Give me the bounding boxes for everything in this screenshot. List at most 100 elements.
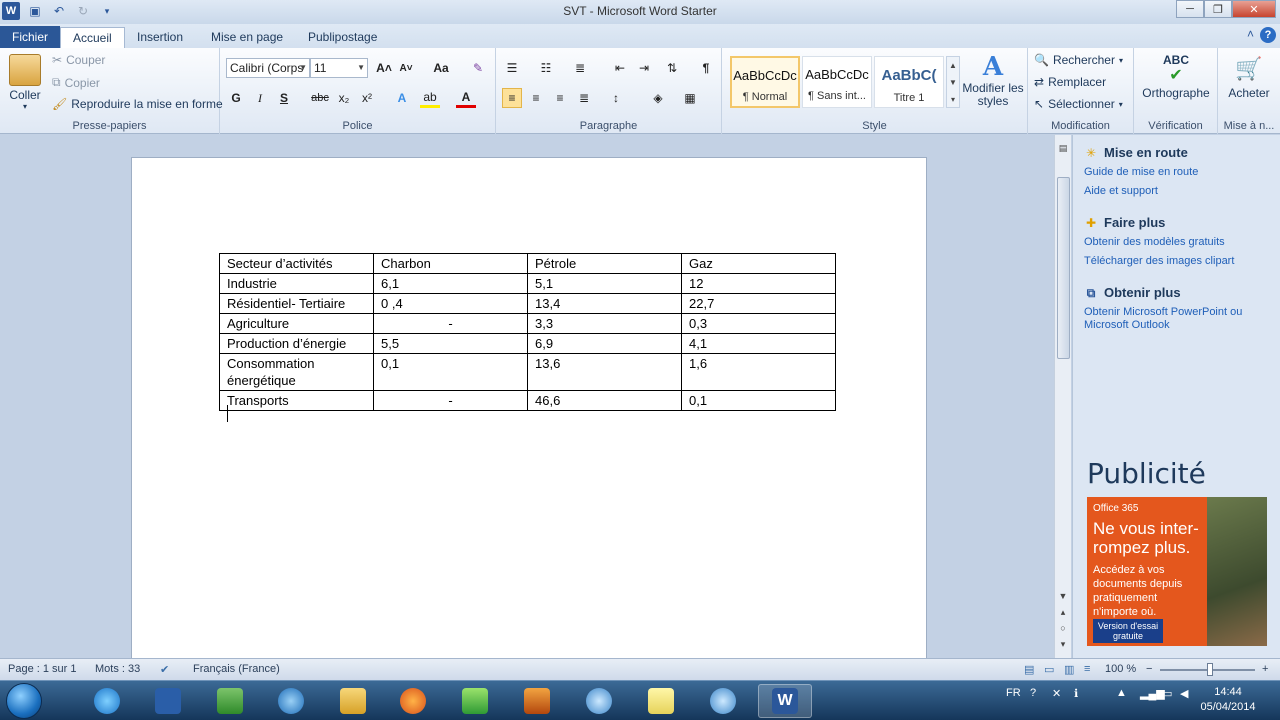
table-cell[interactable]: 1,6	[681, 353, 836, 391]
styles-gallery-scroll[interactable]: ▲ ▼ ▾	[946, 56, 960, 108]
next-page-icon[interactable]: ▾	[1056, 639, 1070, 653]
font-size-combo[interactable]: 11 ▼	[310, 58, 368, 78]
table-cell[interactable]: Gaz	[681, 253, 836, 274]
restore-button[interactable]: ❐	[1204, 0, 1232, 18]
zoom-in-button[interactable]: +	[1262, 663, 1268, 675]
numbering-icon[interactable]: ☷	[536, 58, 556, 78]
table-cell[interactable]: 46,6	[527, 390, 682, 411]
shading-icon[interactable]: ◈	[648, 88, 668, 108]
previous-page-icon[interactable]: ▴	[1056, 607, 1070, 621]
subscript-button[interactable]: x₂	[334, 88, 354, 108]
table-cell[interactable]: 5,5	[373, 333, 528, 354]
link-clipart[interactable]: Télécharger des images clipart	[1084, 255, 1274, 268]
ruler-toggle-icon[interactable]: ▤	[1056, 143, 1070, 157]
strikethrough-button[interactable]: abc	[308, 88, 332, 108]
document-page[interactable]: Secteur d’activités Charbon Pétrole Gaz Indu…	[131, 157, 927, 677]
italic-button[interactable]: I	[250, 88, 270, 108]
clear-formatting-icon[interactable]: ✎	[468, 58, 488, 78]
signal-icon[interactable]: ▂▄▆	[1140, 687, 1165, 700]
tab-file[interactable]: Fichier	[0, 26, 61, 48]
table-cell[interactable]: Transports	[219, 390, 374, 411]
ad-banner[interactable]: Office 365 Ne vous inter- rompez plus. A…	[1087, 497, 1267, 646]
table-cell[interactable]: -	[373, 313, 528, 334]
table-cell[interactable]: Charbon	[373, 253, 528, 274]
align-left-icon[interactable]: ≡	[502, 88, 522, 108]
proofing-status-icon[interactable]: ✔	[160, 663, 169, 676]
sort-icon[interactable]: ⇅	[662, 58, 682, 78]
link-getting-started-guide[interactable]: Guide de mise en route	[1084, 166, 1274, 179]
tab-mailings[interactable]: Publipostage	[296, 27, 389, 48]
table-cell[interactable]: Industrie	[219, 273, 374, 294]
draft-view-icon[interactable]: ≡	[1084, 663, 1090, 675]
language-indicator[interactable]: Français (France)	[193, 663, 280, 675]
table-cell[interactable]: Consommation énergétique	[219, 353, 374, 391]
replace-button[interactable]: ⇄ Remplacer	[1034, 75, 1106, 89]
underline-button[interactable]: S	[274, 88, 294, 108]
style-heading-1[interactable]: AaBbC( Titre 1	[874, 56, 944, 108]
taskbar-hp[interactable]	[203, 684, 257, 718]
line-spacing-icon[interactable]: ↕	[606, 88, 626, 108]
info-tray-icon[interactable]: ℹ	[1074, 687, 1078, 700]
taskbar-network[interactable]	[572, 684, 626, 718]
highlight-icon[interactable]: ab	[420, 88, 440, 108]
decrease-indent-icon[interactable]: ⇤	[610, 58, 630, 78]
taskbar-media-center[interactable]	[141, 684, 195, 718]
table-cell[interactable]: Résidentiel- Tertiaire	[219, 293, 374, 314]
tab-home[interactable]: Accueil	[60, 27, 125, 48]
tools-tray-icon[interactable]: ✕	[1052, 687, 1061, 700]
tab-insert[interactable]: Insertion	[125, 27, 195, 48]
borders-icon[interactable]: ▦	[680, 88, 700, 108]
print-layout-view-icon[interactable]: ▤	[1024, 663, 1034, 676]
minimize-ribbon-icon[interactable]: ˄	[1247, 27, 1254, 43]
find-button[interactable]: 🔍 Rechercher ▾	[1034, 53, 1123, 67]
table-cell[interactable]: 13,4	[527, 293, 682, 314]
bullets-icon[interactable]: ☰	[502, 58, 522, 78]
bold-button[interactable]: G	[226, 88, 246, 108]
change-case-button[interactable]: Aa	[428, 58, 454, 78]
table-cell[interactable]: 4,1	[681, 333, 836, 354]
zoom-out-button[interactable]: −	[1146, 663, 1152, 675]
link-help-support[interactable]: Aide et support	[1084, 185, 1274, 198]
taskbar-ie[interactable]	[80, 684, 134, 718]
close-button[interactable]: ✕	[1232, 0, 1276, 18]
start-button[interactable]	[6, 683, 42, 719]
page-count[interactable]: Page : 1 sur 1	[8, 663, 77, 675]
word-count[interactable]: Mots : 33	[95, 663, 140, 675]
grow-font-button[interactable]: A˄	[374, 58, 394, 78]
cut-button[interactable]: ✂ Couper	[52, 53, 105, 67]
table-cell[interactable]: 3,3	[527, 313, 682, 334]
table-cell[interactable]: 6,9	[527, 333, 682, 354]
show-formatting-button[interactable]: ¶	[696, 58, 716, 78]
copy-button[interactable]: ⧉ Copier	[52, 75, 100, 90]
table-cell[interactable]: 0,3	[681, 313, 836, 334]
taskbar-sims[interactable]	[448, 684, 502, 718]
table-cell[interactable]: 0,1	[373, 353, 528, 391]
align-center-icon[interactable]: ≡	[526, 88, 546, 108]
taskbar-sticky-notes[interactable]	[634, 684, 688, 718]
spelling-button[interactable]: ABC ✔ Orthographe	[1138, 52, 1214, 100]
table-cell[interactable]: Pétrole	[527, 253, 682, 274]
text-effects-icon[interactable]: A	[392, 88, 412, 108]
taskbar-itunes[interactable]	[264, 684, 318, 718]
vertical-scrollbar[interactable]: ▤ ▼ ▴ ○ ▾	[1054, 135, 1071, 658]
ad-trial-button[interactable]: Version d'essai gratuite	[1093, 619, 1163, 643]
table-cell[interactable]: 6,1	[373, 273, 528, 294]
data-table[interactable]: Secteur d’activités Charbon Pétrole Gaz Indu…	[219, 253, 836, 411]
scroll-thumb[interactable]	[1057, 177, 1070, 359]
taskbar-app[interactable]	[510, 684, 564, 718]
input-language[interactable]: FR	[1006, 687, 1021, 699]
table-cell[interactable]: 12	[681, 273, 836, 294]
taskbar-firefox[interactable]	[386, 684, 440, 718]
align-right-icon[interactable]: ≡	[550, 88, 570, 108]
help-tray-icon[interactable]: ?	[1030, 687, 1036, 699]
table-cell[interactable]: 0,1	[681, 390, 836, 411]
select-button[interactable]: ↖ Sélectionner ▾	[1034, 97, 1123, 111]
help-icon[interactable]: ?	[1260, 27, 1276, 43]
increase-indent-icon[interactable]: ⇥	[634, 58, 654, 78]
paste-button[interactable]: Coller ▾	[4, 54, 46, 111]
format-painter-button[interactable]: 🖌 Reproduire la mise en forme	[52, 97, 223, 111]
font-color-icon[interactable]: A	[456, 88, 476, 108]
show-hidden-icons[interactable]: ▲	[1116, 687, 1127, 699]
link-get-powerpoint-outlook[interactable]: Obtenir Microsoft PowerPoint ou Microsof…	[1084, 306, 1264, 332]
zoom-slider-knob[interactable]	[1207, 663, 1213, 676]
